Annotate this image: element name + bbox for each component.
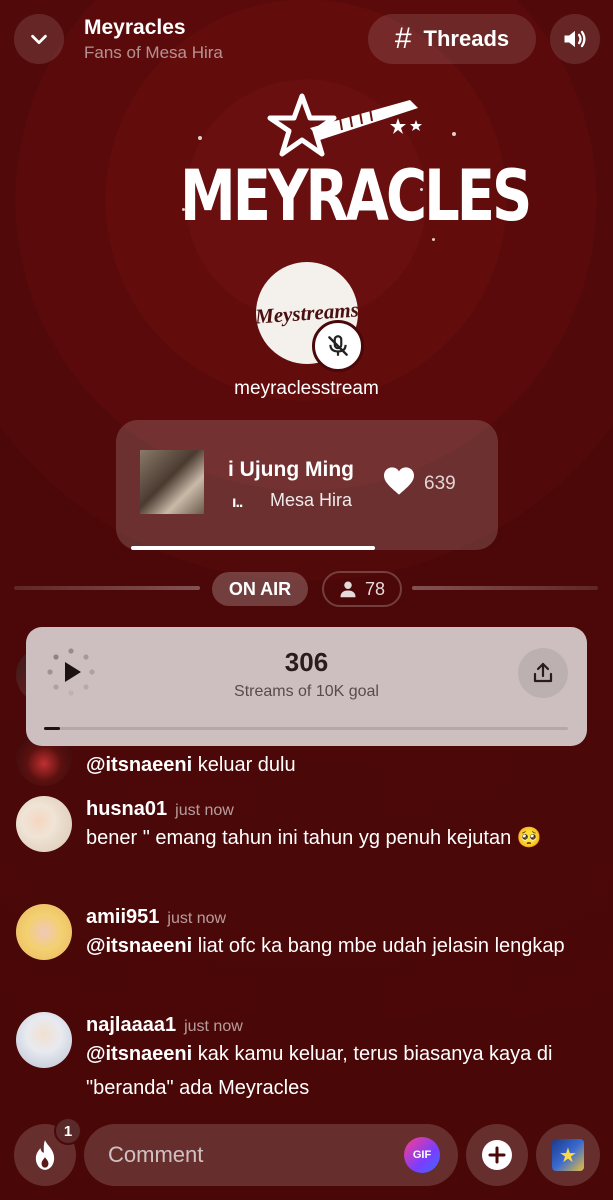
mention[interactable]: @itsnaeeni [86,1043,192,1065]
sparkle [452,132,456,136]
muted-badge [312,320,364,372]
page-subtitle: Fans of Mesa Hira [84,43,223,62]
star-guitar-icon [267,93,422,157]
track-title: i Ujung Ming [228,458,354,481]
timestamp: just now [167,910,227,927]
goal-progress-track [44,727,568,730]
speaker-icon [564,30,586,48]
sparkle [182,208,185,211]
threads-button[interactable]: # Threads [368,14,536,64]
message-text: keluar dulu [192,754,296,776]
goal-progress-fill [44,727,60,730]
host-name[interactable]: meyraclesstream [0,378,613,400]
divider [14,586,200,590]
stream-goal-label: Streams of 10K goal [234,683,379,700]
track-artist: Mesa Hira [270,490,353,510]
equalizer-icon: ı.. [232,494,243,511]
username[interactable]: najlaaaa1 [86,1014,176,1037]
chat-message: husna01 just now bener " emang tahun ini… [16,796,606,855]
mention[interactable]: @itsnaeeni [86,754,192,776]
plus-circle-icon [482,1140,512,1170]
mention[interactable]: @itsnaeeni [86,935,192,957]
username[interactable]: amii951 [86,906,159,929]
on-air-badge: ON AIR [212,572,308,606]
now-playing-card[interactable]: i Ujung Ming ı.. Mesa Hira 639 [116,420,498,550]
collapse-button[interactable] [14,14,64,64]
streams-goal-card: 306 Streams of 10K goal [26,627,587,746]
chat-message: amii951 just now @itsnaeeni liat ofc ka … [16,904,606,963]
heart-icon [384,467,414,495]
logo-text: MEYRACLES [180,156,532,238]
chevron-down-icon [31,34,47,45]
notification-badge: 1 [54,1117,82,1145]
listener-count: 78 [364,578,386,599]
divider [412,586,598,590]
share-button[interactable] [518,648,568,698]
fire-icon [35,1140,55,1170]
chat-message: najlaaaa1 just now @itsnaeeni kak kamu k… [16,1012,606,1105]
sparkle [420,188,423,191]
gif-label: GIF [412,1149,432,1161]
username[interactable]: husna01 [86,798,167,821]
comment-input[interactable] [108,1124,388,1186]
message-text: liat ofc ka bang mbe udah jelasin lengka… [192,935,565,957]
share-icon [533,662,553,683]
like-button[interactable] [382,466,416,501]
volume-button[interactable] [550,14,600,64]
sticker-button[interactable]: ★ [536,1124,600,1186]
community-logo: MEYRACLES [180,88,532,248]
page-title: Meyracles [84,16,186,39]
user-avatar[interactable] [16,796,72,852]
star-sticker-icon: ★ [552,1139,584,1171]
track-progress-bar [131,546,375,550]
person-icon [340,581,356,598]
comment-box: GIF [84,1124,458,1186]
timestamp: just now [184,1018,243,1035]
user-avatar[interactable] [16,1012,72,1068]
hashtag-icon: # [394,22,412,55]
like-count: 639 [424,473,456,494]
add-button[interactable] [466,1124,528,1186]
stream-count: 306 [284,647,329,677]
user-avatar[interactable] [16,904,72,960]
sparkle [198,136,202,140]
sparkle [432,238,435,241]
header-titles: Meyracles Fans of Mesa Hira [84,16,223,63]
threads-label: Threads [423,26,510,51]
gif-button[interactable]: GIF [404,1137,440,1173]
album-art [140,450,204,514]
listener-count-button[interactable]: 78 [322,571,402,607]
mic-off-icon [328,335,348,356]
timestamp: just now [175,802,234,819]
message-text: bener " emang tahun ini tahun yg penuh k… [86,827,542,849]
